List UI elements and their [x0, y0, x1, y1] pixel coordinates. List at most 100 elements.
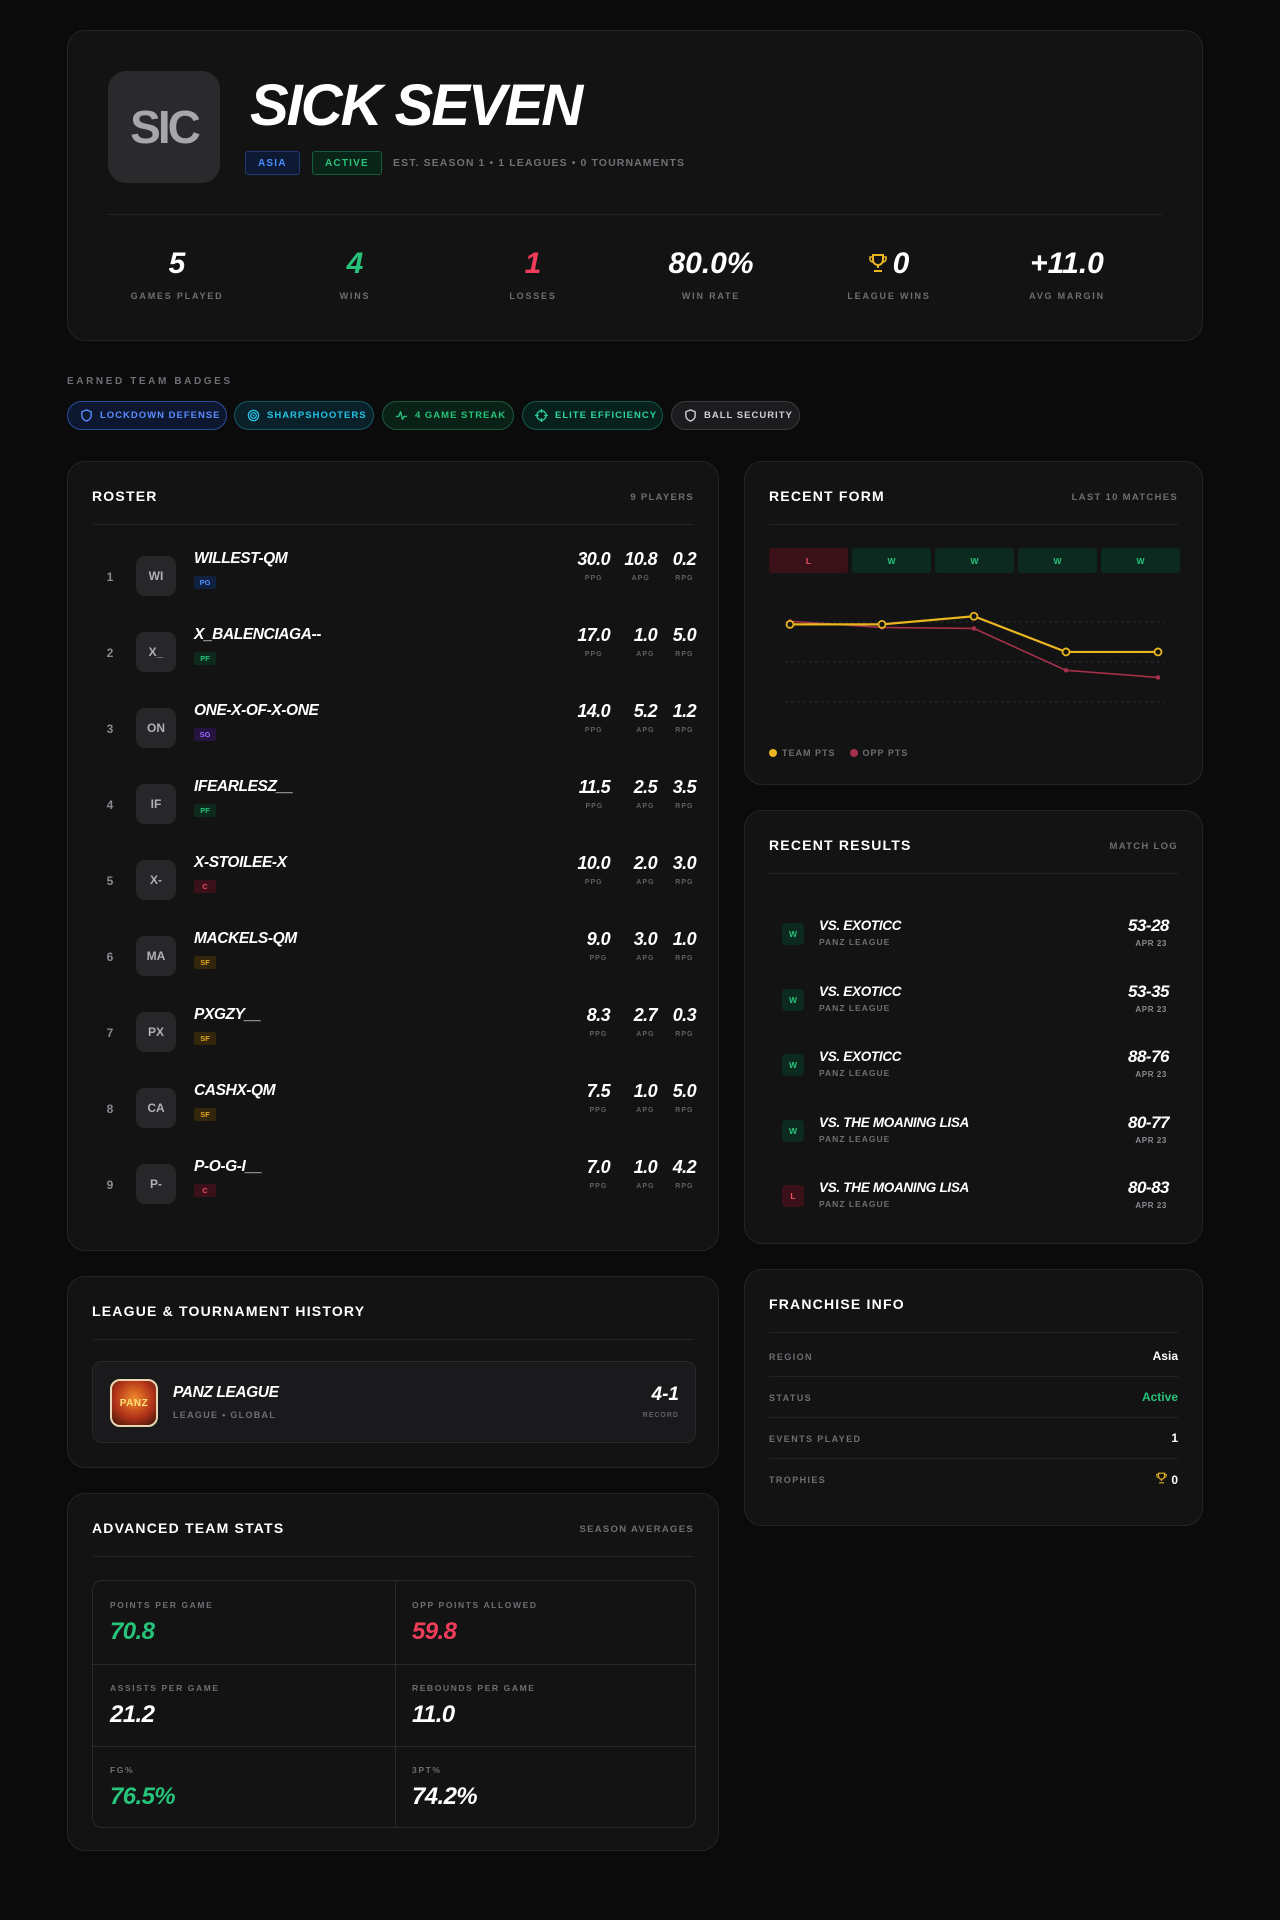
player-ppg: 7.0 PPG [586, 1157, 611, 1190]
player-name[interactable]: IFEARLESZ__ [194, 778, 293, 796]
avatar: WI [136, 556, 176, 596]
divider [92, 1556, 694, 1557]
player-row[interactable]: 3 ON ONE-X-OF-X-ONE SG 14.0 PPG 5.2 APG 1.2 RPG [68, 688, 720, 764]
advanced-stats-grid: POINTS PER GAME 70.8 OPP POINTS ALLOWED … [92, 1580, 696, 1828]
player-ppg: 9.0 PPG [586, 929, 611, 962]
stat-points-per-game: POINTS PER GAME 70.8 [110, 1600, 214, 1645]
team-pts-point[interactable] [969, 611, 979, 621]
result-date: APR 23 [1135, 939, 1167, 948]
result-row[interactable]: W VS. EXOTICC PANZ LEAGUE 53-35 APR 23 [745, 967, 1204, 1032]
shield-icon [81, 409, 92, 422]
player-name[interactable]: MACKELS-QM [194, 930, 297, 948]
player-name[interactable]: X_BALENCIAGA-- [194, 626, 321, 644]
badge-label: ELITE EFFICIENCY [555, 410, 658, 421]
avatar: ON [136, 708, 176, 748]
opp-pts-point[interactable] [971, 626, 977, 631]
result-date: APR 23 [1135, 1004, 1167, 1014]
team-logo: SIC [108, 71, 220, 183]
results-sub: MATCH LOG [1109, 841, 1178, 852]
player-row[interactable]: 5 X- X-STOILEE-X C 10.0 PPG 2.0 APG 3.0 RPG [68, 840, 720, 916]
team-pts-point[interactable] [877, 619, 887, 629]
league-logo: PANZ [110, 1379, 158, 1427]
team-meta: EST. SEASON 1 • 1 LEAGUES • 0 TOURNAMENT… [393, 157, 686, 169]
result-row[interactable]: W VS. EXOTICC PANZ LEAGUE 88-76 APR 23 [745, 1032, 1204, 1097]
player-name[interactable]: PXGZY__ [194, 1006, 261, 1024]
badge-label: BALL SECURITY [704, 410, 793, 421]
badge-elite-efficiency[interactable]: ELITE EFFICIENCY [522, 401, 663, 430]
result-row[interactable]: L VS. THE MOANING LISA PANZ LEAGUE 80-83 APR… [745, 1163, 1204, 1228]
result-score: 80-83 [1128, 1178, 1169, 1197]
player-name[interactable]: CASHX-QM [194, 1082, 276, 1100]
player-row[interactable]: 2 X_ X_BALENCIAGA-- PF 17.0 PPG 1.0 APG 5.0 RPG [68, 612, 720, 688]
player-rank: 1 [106, 570, 114, 584]
opponent-name: VS. THE MOANING LISA [819, 1114, 970, 1130]
position-badge: SG [194, 728, 216, 741]
legend-team: TEAM PTS [769, 748, 836, 758]
player-row[interactable]: 8 CA CASHX-QM SF 7.5 PPG 1.0 APG 5.0 RPG [68, 1068, 720, 1144]
trophy-icon [1156, 1472, 1168, 1487]
result-row[interactable]: W VS. THE MOANING LISA PANZ LEAGUE 80-77 APR… [745, 1098, 1204, 1163]
player-rpg: 3.0 RPG [672, 853, 697, 886]
franchise-info-card: FRANCHISE INFO REGION Asia STATUS Active… [744, 1269, 1203, 1526]
result-badge: W [782, 923, 804, 945]
player-apg: 1.0 APG [633, 1081, 658, 1114]
avatar: IF [136, 784, 176, 824]
player-apg: 10.8 APG [624, 549, 657, 582]
opp-pts-point[interactable] [1155, 675, 1161, 680]
target-icon [247, 409, 260, 422]
league-meta: LEAGUE • GLOBAL [173, 1410, 277, 1420]
badge-lockdown-defense[interactable]: LOCKDOWN DEFENSE [67, 401, 227, 430]
opponent-name: VS. THE MOANING LISA [819, 1180, 970, 1195]
stat-fg-pct: FG% 76.5% [110, 1765, 176, 1810]
avatar: CA [136, 1088, 176, 1128]
row-value: 0 [1156, 1472, 1178, 1487]
badge-ball-security[interactable]: BALL SECURITY [671, 401, 800, 430]
player-name[interactable]: X-STOILEE-X [194, 854, 287, 872]
result-league: PANZ LEAGUE [819, 1002, 891, 1013]
player-rpg: 1.0 RPG [672, 929, 697, 962]
stat-label: GAMES PLAYED [130, 291, 224, 301]
result-league: PANZ LEAGUE [819, 1199, 891, 1209]
player-rpg: 5.0 RPG [672, 1081, 697, 1114]
badge-sharpshooters[interactable]: SHARPSHOOTERS [234, 401, 374, 430]
badge-game-streak[interactable]: 4 GAME STREAK [382, 401, 514, 430]
badge-label: SHARPSHOOTERS [267, 410, 367, 421]
result-date: APR 23 [1135, 1201, 1167, 1210]
team-pts-point[interactable] [1153, 647, 1163, 657]
player-row[interactable]: 4 IF IFEARLESZ__ PF 11.5 PPG 2.5 APG 3.5 RPG [68, 764, 720, 840]
player-row[interactable]: 6 MA MACKELS-QM SF 9.0 PPG 3.0 APG 1.0 RPG [68, 916, 720, 992]
roster-card: ROSTER 9 PLAYERS 1 WI WILLEST-QM PG 30.0 PPG 1… [67, 461, 719, 1251]
player-name[interactable]: WILLEST-QM [194, 550, 288, 568]
player-apg: 3.0 APG [633, 929, 658, 962]
player-row[interactable]: 7 PX PXGZY__ SF 8.3 PPG 2.7 APG 0.3 RPG [68, 992, 720, 1068]
avatar: MA [136, 936, 176, 976]
chart-legend: TEAM PTS OPP PTS [769, 748, 908, 758]
roster-title: ROSTER [92, 488, 158, 504]
team-pts-point[interactable] [1061, 647, 1071, 657]
player-name[interactable]: ONE-X-OF-X-ONE [194, 702, 319, 720]
franchise-region-row: REGION Asia [769, 1336, 1178, 1377]
stat-opp-points: OPP POINTS ALLOWED 59.8 [412, 1600, 538, 1645]
stat-win-rate: 80.0% WIN RATE [621, 249, 801, 302]
player-name[interactable]: P-O-G-I__ [194, 1158, 262, 1176]
row-value: Asia [1152, 1349, 1178, 1363]
team-pts-point[interactable] [785, 619, 795, 629]
player-row[interactable]: 9 P- P-O-G-I__ C 7.0 PPG 1.0 APG 4.2 RPG [68, 1144, 720, 1220]
franchise-title: FRANCHISE INFO [769, 1296, 905, 1312]
franchise-status-row: STATUS Active [769, 1377, 1178, 1418]
player-ppg: 30.0 PPG [577, 549, 610, 582]
stat-assists: ASSISTS PER GAME 21.2 [110, 1683, 220, 1728]
divider [108, 214, 1162, 215]
player-ppg: 17.0 PPG [577, 625, 610, 658]
row-label: TROPHIES [769, 1475, 827, 1485]
stat-avg-margin: +11.0 AVG MARGIN [977, 249, 1157, 302]
opp-pts-point[interactable] [1063, 668, 1069, 673]
player-row[interactable]: 1 WI WILLEST-QM PG 30.0 PPG 10.8 APG 0.2 RPG [68, 536, 720, 612]
league-entry[interactable]: PANZ PANZ LEAGUE LEAGUE • GLOBAL 4-1 REC… [92, 1361, 696, 1443]
row-value: 1 [1171, 1431, 1178, 1445]
result-row[interactable]: W VS. EXOTICC PANZ LEAGUE 53-28 APR 23 [745, 901, 1204, 966]
avatar: PX [136, 1012, 176, 1052]
row-label: EVENTS PLAYED [769, 1434, 862, 1444]
row-label: STATUS [769, 1393, 813, 1403]
player-rank: 6 [106, 950, 114, 964]
